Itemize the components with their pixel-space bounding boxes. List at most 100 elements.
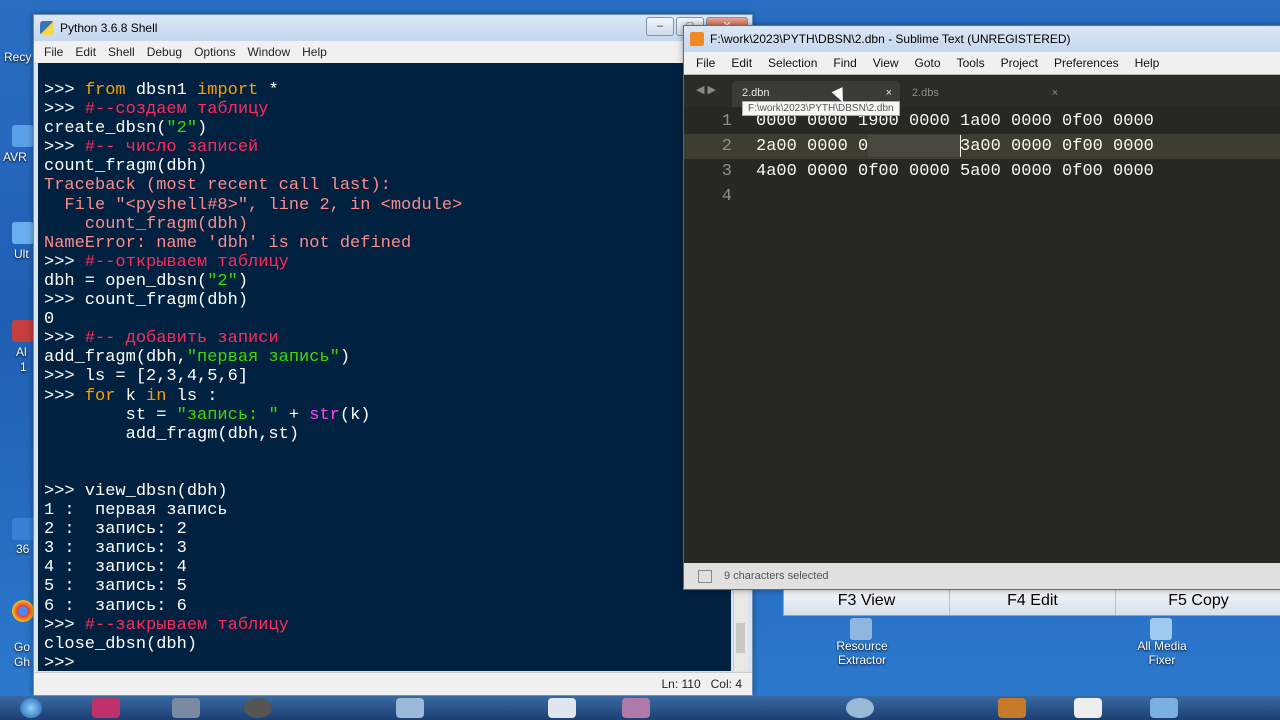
scroll-thumb[interactable] — [736, 623, 745, 653]
shell-token: >>> — [44, 252, 85, 272]
taskbar-app-icon[interactable] — [1074, 698, 1102, 718]
shell-line: 5 : запись: 5 — [44, 577, 731, 596]
shell-token: in — [146, 386, 167, 406]
shell-line: >>> #-- число записей — [44, 138, 731, 157]
shell-token: >>> — [44, 100, 85, 120]
taskbar-app-icon[interactable] — [998, 698, 1026, 718]
shell-token: k — [115, 386, 147, 406]
menu-project[interactable]: Project — [993, 56, 1046, 70]
desktop-label-resource-extractor[interactable]: Resource Extractor — [830, 639, 894, 667]
line-number: Ln: 110 — [661, 677, 701, 691]
editor-line[interactable]: 4 — [684, 184, 1280, 209]
tab-path-tooltip: F:\work\2023\PYTH\DBSN\2.dbn — [742, 101, 900, 116]
shell-token: >>> — [44, 81, 85, 100]
shell-line: >>> — [44, 654, 731, 671]
menu-tools[interactable]: Tools — [949, 56, 993, 70]
tab-label: 2.dbs — [912, 87, 939, 99]
menu-selection[interactable]: Selection — [760, 56, 825, 70]
resource-extractor-icon[interactable] — [850, 618, 872, 640]
menu-file[interactable]: File — [38, 45, 69, 59]
taskbar-app-icon[interactable] — [92, 698, 120, 718]
shell-token: import — [197, 81, 259, 100]
minimize-button[interactable]: – — [646, 17, 674, 36]
tab-close-icon[interactable]: × — [886, 87, 892, 99]
taskbar-app-icon[interactable] — [548, 698, 576, 718]
selection-status: 9 characters selected — [724, 570, 829, 582]
python-title-bar[interactable]: Python 3.6.8 Shell – □ ✕ — [34, 15, 752, 41]
shell-token: for — [84, 386, 116, 406]
menu-preferences[interactable]: Preferences — [1046, 56, 1127, 70]
panel-toggle-icon[interactable] — [698, 570, 712, 583]
menu-goto[interactable]: Goto — [907, 56, 949, 70]
desktop-label-go: Go — [14, 640, 31, 654]
tab-2-dbs[interactable]: 2.dbs × — [902, 81, 1066, 107]
shell-token: >>> — [44, 138, 85, 158]
desktop-app-icon[interactable] — [12, 222, 34, 244]
python-shell-window: Python 3.6.8 Shell – □ ✕ File Edit Shell… — [33, 14, 753, 696]
shell-line: add_fragm(dbh,st) — [44, 425, 731, 444]
shell-token: ) — [339, 348, 351, 368]
chrome-icon[interactable] — [12, 600, 34, 622]
taskbar-app-icon[interactable] — [244, 698, 272, 718]
shell-line: Traceback (most recent call last): — [44, 176, 731, 195]
menu-find[interactable]: Find — [825, 56, 864, 70]
f4-edit-button[interactable]: F4 Edit — [950, 589, 1116, 615]
shell-line: st = "запись: " + str(k) — [44, 406, 731, 425]
shell-token: add_fragm(dbh, — [44, 348, 187, 368]
shell-token: st = — [44, 405, 177, 425]
editor-area[interactable]: 1 0000 0000 1900 0000 1a00 0000 0f00 0000… — [684, 107, 1280, 563]
shell-token: #--открываем таблицу — [84, 252, 289, 272]
all-media-fixer-icon[interactable] — [1150, 618, 1172, 640]
tab-close-icon[interactable]: × — [1052, 87, 1058, 99]
desktop-app-icon[interactable] — [12, 125, 34, 147]
line-number: 2 — [721, 137, 732, 156]
editor-line[interactable]: 22a00 0000 0f00 0000 3a00 0000 0f00 0000 — [684, 134, 1280, 159]
menu-view[interactable]: View — [865, 56, 907, 70]
text-selection — [868, 135, 960, 157]
start-button-icon[interactable] — [20, 698, 42, 718]
menu-help[interactable]: Help — [1127, 56, 1168, 70]
taskbar-app-icon[interactable] — [1150, 698, 1178, 718]
desktop-app-icon[interactable] — [12, 320, 34, 342]
shell-token: >>> — [44, 329, 85, 349]
menu-debug[interactable]: Debug — [141, 45, 188, 59]
menu-help[interactable]: Help — [296, 45, 333, 59]
sublime-title-bar[interactable]: F:\work\2023\PYTH\DBSN\2.dbn - Sublime T… — [684, 26, 1280, 52]
shell-token: str — [309, 405, 340, 425]
desktop-label-line2: Fixer — [1148, 653, 1176, 667]
shell-token: create_dbsn( — [44, 119, 167, 139]
taskbar-app-icon[interactable] — [846, 698, 874, 718]
menu-edit[interactable]: Edit — [69, 45, 102, 59]
shell-line: File "<pyshell#8>", line 2, in <module> — [44, 196, 731, 215]
tab-nav-arrows-icon[interactable]: ◀ ▶ — [696, 83, 716, 96]
editor-line[interactable]: 3 4a00 0000 0f00 0000 5a00 0000 0f00 0000 — [684, 159, 1280, 184]
python-menu-bar: File Edit Shell Debug Options Window Hel… — [34, 41, 752, 64]
shell-line: >>> #--открываем таблицу — [44, 253, 731, 272]
f3-view-button[interactable]: F3 View — [784, 589, 950, 615]
shell-line: >>> #-- добавить записи — [44, 329, 731, 348]
menu-edit[interactable]: Edit — [723, 56, 760, 70]
taskbar-app-icon[interactable] — [622, 698, 650, 718]
column-number: Col: 4 — [710, 677, 742, 691]
menu-file[interactable]: File — [688, 56, 723, 70]
desktop-label-all-media-fixer[interactable]: All Media Fixer — [1128, 639, 1196, 667]
shell-token: "2" — [207, 271, 238, 291]
shell-token: ) — [237, 271, 249, 291]
shell-token: >>> — [44, 386, 85, 406]
shell-token: (k) — [339, 405, 371, 425]
shell-line: >>> for k in ls : — [44, 387, 731, 406]
shell-output[interactable]: >>> from dbsn1 import * >>> #--создаем та… — [38, 63, 731, 671]
desktop-label-36: 36 — [16, 542, 30, 556]
desktop-label-ult: Ult — [14, 247, 29, 261]
menu-window[interactable]: Window — [241, 45, 296, 59]
shell-token: from — [84, 81, 126, 100]
taskbar-app-icon[interactable] — [396, 698, 424, 718]
menu-shell[interactable]: Shell — [102, 45, 141, 59]
menu-options[interactable]: Options — [188, 45, 241, 59]
desktop-app-icon[interactable] — [12, 518, 34, 540]
text-caret — [960, 135, 961, 157]
taskbar-app-icon[interactable] — [172, 698, 200, 718]
f5-copy-button[interactable]: F5 Copy — [1116, 589, 1280, 615]
tab-label: 2.dbn — [742, 87, 770, 99]
shell-token: count_fragm(dbh) — [44, 157, 208, 177]
